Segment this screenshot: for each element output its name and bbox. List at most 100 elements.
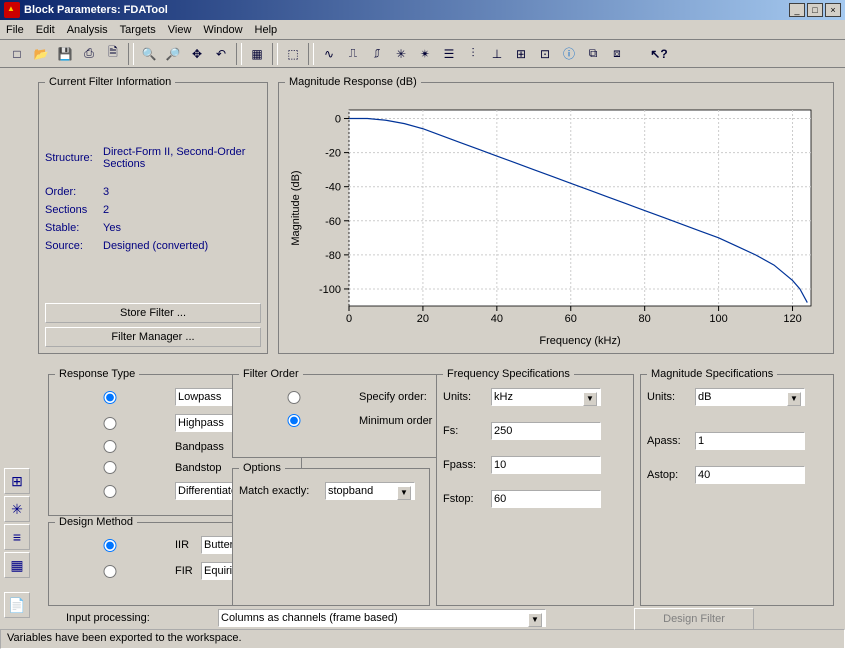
full-view-icon[interactable]: ⬚: [282, 43, 304, 65]
apass-label: Apass:: [647, 435, 689, 447]
sidetab-import-icon[interactable]: 📄: [4, 592, 30, 618]
info-icon[interactable]: ⓘ: [558, 43, 580, 65]
plot3-icon[interactable]: ⎎: [366, 43, 388, 65]
menu-file[interactable]: File: [6, 24, 24, 36]
stable-value: Yes: [103, 222, 121, 234]
plot7-icon[interactable]: ⫶: [462, 43, 484, 65]
options-legend: Options: [239, 462, 285, 474]
sidetab-poles-icon[interactable]: ✳: [4, 496, 30, 522]
svg-text:80: 80: [639, 313, 651, 325]
status-bar: Variables have been exported to the work…: [0, 629, 845, 649]
highpass-radio[interactable]: [55, 417, 165, 430]
input-processing-select[interactable]: Columns as channels (frame based): [218, 609, 546, 627]
magnitude-response-chart: 0204060801001200-20-40-60-80-100Frequenc…: [285, 96, 825, 350]
menu-help[interactable]: Help: [255, 24, 278, 36]
pan-icon[interactable]: ✥: [186, 43, 208, 65]
new-icon[interactable]: □: [6, 43, 28, 65]
sidetab-coefs-icon[interactable]: ≡: [4, 524, 30, 550]
plot9-icon[interactable]: ⊞: [510, 43, 532, 65]
source-value: Designed (converted): [103, 240, 208, 252]
magnitude-spec-panel: Magnitude Specifications Units:dB Apass:…: [640, 368, 834, 606]
menu-window[interactable]: Window: [203, 24, 242, 36]
freq-units-select[interactable]: kHz: [491, 388, 601, 406]
sections-label: Sections: [45, 204, 95, 216]
structure-label: Structure:: [45, 152, 95, 164]
bandstop-radio[interactable]: [55, 461, 165, 474]
menu-view[interactable]: View: [168, 24, 192, 36]
sections-value: 2: [103, 204, 109, 216]
undo-icon[interactable]: ↶: [210, 43, 232, 65]
menu-analysis[interactable]: Analysis: [67, 24, 108, 36]
whats-this-icon[interactable]: ↖?: [648, 43, 670, 65]
app-icon: [4, 2, 20, 18]
filter-manager-button[interactable]: Filter Manager ...: [45, 327, 261, 347]
plot8-icon[interactable]: ⊥: [486, 43, 508, 65]
fir-radio[interactable]: [55, 565, 165, 578]
match-exactly-select[interactable]: stopband: [325, 482, 415, 500]
svg-text:Frequency (kHz): Frequency (kHz): [539, 335, 620, 347]
design-filter-button[interactable]: Design Filter: [634, 608, 754, 630]
fs-label: Fs:: [443, 425, 485, 437]
design-method-legend: Design Method: [55, 516, 137, 528]
freq-units-label: Units:: [443, 391, 485, 403]
filter-vis-icon[interactable]: ⧉: [582, 43, 604, 65]
print-preview-icon[interactable]: 🗎: [102, 43, 124, 65]
minimum-order-label: Minimum order: [359, 415, 432, 427]
mag-units-select[interactable]: dB: [695, 388, 805, 406]
fir-label: FIR: [175, 565, 195, 577]
plot6-icon[interactable]: ☰: [438, 43, 460, 65]
svg-text:-20: -20: [325, 148, 341, 160]
current-filter-info-panel: Current Filter Information Structure: Dir…: [38, 76, 268, 354]
maximize-button[interactable]: □: [807, 3, 823, 17]
order-value: 3: [103, 186, 109, 198]
bandstop-label: Bandstop: [175, 462, 221, 474]
freq-spec-legend: Frequency Specifications: [443, 368, 574, 380]
save-icon[interactable]: 💾: [54, 43, 76, 65]
fpass-input[interactable]: [491, 456, 601, 474]
open-icon[interactable]: 📂: [30, 43, 52, 65]
response-type-legend: Response Type: [55, 368, 139, 380]
filter-order-legend: Filter Order: [239, 368, 303, 380]
lowpass-radio[interactable]: [55, 391, 165, 404]
apass-input[interactable]: [695, 432, 805, 450]
menu-edit[interactable]: Edit: [36, 24, 55, 36]
plot1-icon[interactable]: ∿: [318, 43, 340, 65]
plot5-icon[interactable]: ✴: [414, 43, 436, 65]
bandpass-label: Bandpass: [175, 441, 224, 453]
differentiator-radio[interactable]: [55, 485, 165, 498]
match-exactly-label: Match exactly:: [239, 485, 319, 497]
order-label: Order:: [45, 186, 95, 198]
current-filter-legend: Current Filter Information: [45, 76, 175, 88]
title-bar: Block Parameters: FDATool _ □ ×: [0, 0, 845, 20]
plot2-icon[interactable]: ⎍: [342, 43, 364, 65]
fs-input[interactable]: [491, 422, 601, 440]
plot4-icon[interactable]: ✳: [390, 43, 412, 65]
fstop-input[interactable]: [491, 490, 601, 508]
svg-text:0: 0: [346, 313, 352, 325]
iir-label: IIR: [175, 539, 195, 551]
close-button[interactable]: ×: [825, 3, 841, 17]
sidetab-analysis-icon[interactable]: ⊞: [4, 468, 30, 494]
bandpass-radio[interactable]: [55, 440, 165, 453]
spec-icon[interactable]: ⧈: [606, 43, 628, 65]
structure-value: Direct-Form II, Second-Order Sections: [103, 146, 253, 170]
svg-text:20: 20: [417, 313, 429, 325]
astop-label: Astop:: [647, 469, 689, 481]
minimize-button[interactable]: _: [789, 3, 805, 17]
svg-text:-80: -80: [325, 250, 341, 262]
minimum-order-radio[interactable]: [239, 414, 349, 427]
iir-radio[interactable]: [55, 539, 165, 552]
specify-order-radio[interactable]: [239, 391, 349, 404]
realize-icon[interactable]: ▦: [246, 43, 268, 65]
print-icon[interactable]: ⎙: [78, 43, 100, 65]
input-processing-label: Input processing:: [66, 612, 150, 624]
zoom-in-icon[interactable]: 🔍: [138, 43, 160, 65]
magresp-legend: Magnitude Response (dB): [285, 76, 421, 88]
astop-input[interactable]: [695, 466, 805, 484]
window-title: Block Parameters: FDATool: [24, 4, 789, 16]
zoom-out-icon[interactable]: 🔎: [162, 43, 184, 65]
plot10-icon[interactable]: ⊡: [534, 43, 556, 65]
store-filter-button[interactable]: Store Filter ...: [45, 303, 261, 323]
menu-targets[interactable]: Targets: [120, 24, 156, 36]
sidetab-realize-icon[interactable]: ▦: [4, 552, 30, 578]
